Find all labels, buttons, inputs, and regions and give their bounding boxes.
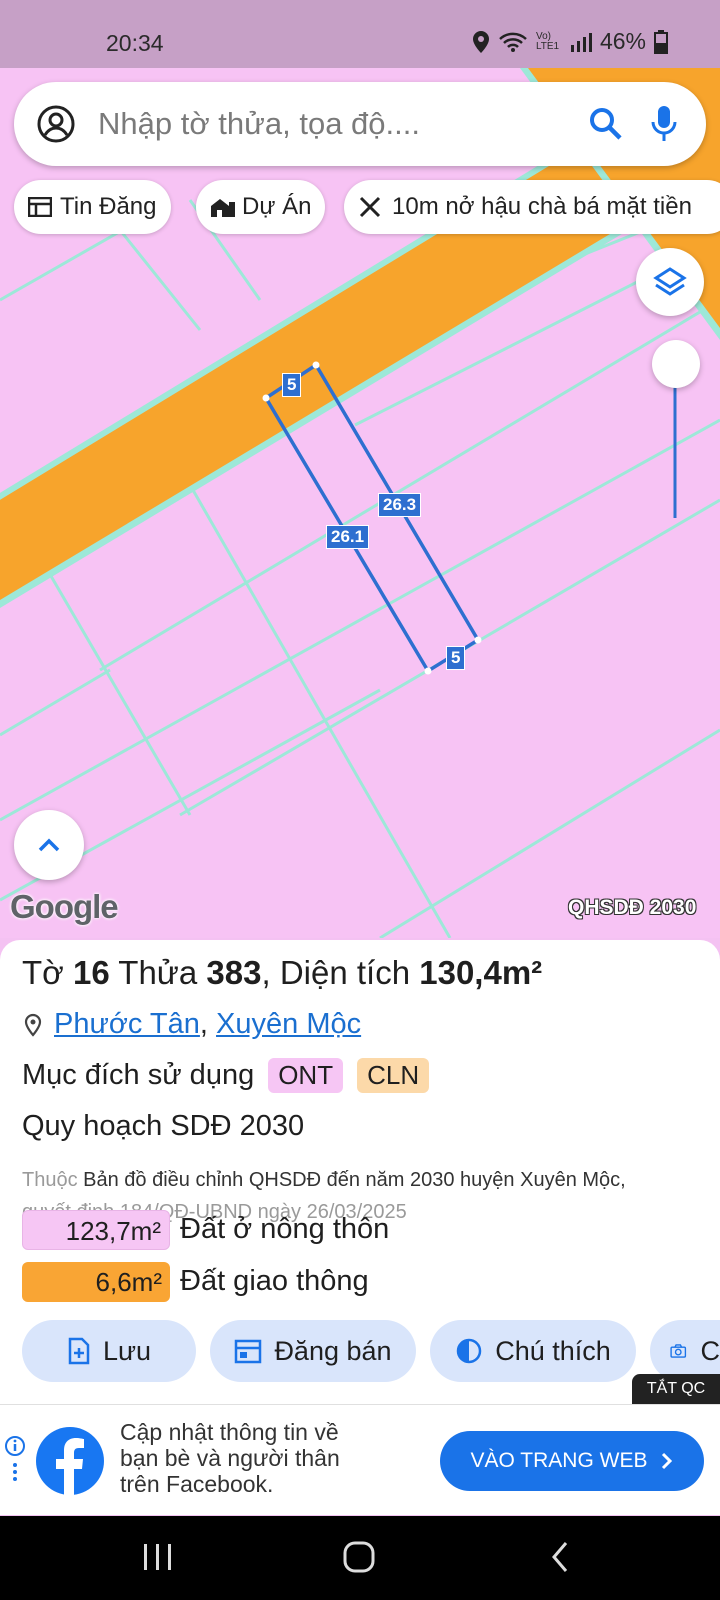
source-name: Bản đồ điều chỉnh QHSDĐ đến năm 2030 huy… [83,1169,626,1191]
location-line: Phước Tân, Xuyên Mộc [24,1008,361,1041]
ruler-icon [359,196,381,218]
chip-du-an[interactable]: Dự Án [196,180,326,234]
file-add-icon [68,1337,90,1365]
calendar-icon [235,1339,262,1364]
recent-apps-icon[interactable] [142,1542,174,1572]
building-icon [211,199,235,217]
visit-website-button[interactable]: VÀO TRANG WEB [440,1431,704,1491]
legend-button[interactable]: Chú thích [430,1320,636,1382]
expand-button[interactable] [14,810,84,880]
cta-label: VÀO TRANG WEB [470,1449,648,1472]
status-icons: Vo) LTE1 46% [472,28,668,55]
signal-icon [570,32,592,52]
camera-icon [670,1344,687,1358]
ad-text: Cập nhật thông tin về bạn bè và người th… [120,1419,340,1497]
area-label: , Diện tích [261,954,411,991]
edge-label-right: 26.3 [378,493,422,517]
usage-label: Mục đích sử dụng [22,1059,255,1091]
area-residential-label: Đất ở nông thôn [180,1213,390,1245]
chip-label: Tin Đăng [60,193,157,220]
plan-title: Quy hoạch SDĐ 2030 [22,1110,305,1142]
usage-tag-ont: ONT [268,1058,344,1093]
edge-label-left: 26.1 [326,525,370,549]
save-button[interactable]: Lưu [22,1320,196,1382]
legend-label: Chú thích [495,1335,611,1366]
save-label: Lưu [102,1335,152,1366]
layers-icon [653,267,687,296]
ad-banner[interactable]: Cập nhật thông tin về bạn bè và người th… [0,1404,720,1515]
account-icon[interactable] [36,104,76,144]
wifi-icon [499,32,527,52]
chip-saved-search[interactable]: 10m nở hậu chà bá mặt tiền [344,180,720,234]
google-logo: Google [10,888,119,925]
opacity-slider-handle[interactable] [652,340,700,388]
chevron-right-icon [662,1452,673,1470]
chip-label: Dự Án [242,193,312,220]
usage-line: Mục đích sử dụng ONT CLN [22,1058,430,1093]
camera-button[interactable]: C [650,1320,720,1382]
parcel-title: Tờ 16 Thửa 383, Diện tích 130,4m² [22,954,542,992]
plot-number: 383 [206,954,262,991]
ad-text-line: bạn bè và người thân [120,1445,340,1471]
location-icon [472,30,489,53]
clock: 20:34 [106,30,164,56]
search-icon[interactable] [588,106,624,142]
sheet-label: Tờ [22,954,64,991]
plot-label: Thửa [118,954,198,991]
area-residential-value: 123,7m² [22,1210,170,1250]
usage-tag-cln: CLN [357,1058,430,1093]
battery-icon [654,29,668,54]
post-sale-button[interactable]: Đăng bán [210,1320,416,1382]
layer-badge: QHSDĐ 2030 [568,896,697,919]
sheet-number: 16 [72,954,110,991]
edge-label-bottom: 5 [446,646,466,670]
info-icon[interactable] [4,1435,26,1485]
status-bar: 20:34 Vo) LTE1 46% [0,0,720,68]
close-ad-button[interactable]: TẮT QC [632,1374,720,1404]
search-bar[interactable]: Nhập tờ thửa, tọa độ.... [14,82,706,166]
network-label: Vo) LTE1 [535,30,560,52]
area-transport-value: 6,6m² [22,1262,170,1302]
back-icon[interactable] [550,1540,570,1574]
listing-icon [28,197,52,217]
post-sale-label: Đăng bán [274,1335,392,1366]
edge-label-top: 5 [282,373,302,397]
source-prefix: Thuộc [22,1169,78,1191]
layers-button[interactable] [636,248,704,316]
area-transport-label: Đất giao thông [180,1265,369,1297]
ad-text-line: trên Facebook. [120,1471,274,1497]
contrast-icon [456,1338,482,1364]
camera-label: C [700,1335,720,1366]
battery-level: 46% [599,28,646,54]
facebook-icon [36,1427,104,1495]
district-link[interactable]: Xuyên Mộc [216,1008,361,1041]
microphone-icon[interactable] [650,104,678,144]
location-pin-icon [24,1013,42,1037]
home-icon[interactable] [342,1540,376,1574]
commune-link[interactable]: Phước Tân [54,1008,200,1041]
chip-tin-dang[interactable]: Tin Đăng [14,180,171,234]
chip-label: 10m nở hậu chà bá mặt tiền [392,193,692,220]
system-nav-bar [0,1516,720,1600]
area-value: 130,4m² [419,954,543,991]
chevron-up-icon [38,838,60,852]
ad-text-line: Cập nhật thông tin về [120,1419,339,1445]
search-input[interactable]: Nhập tờ thửa, tọa độ.... [98,106,588,142]
